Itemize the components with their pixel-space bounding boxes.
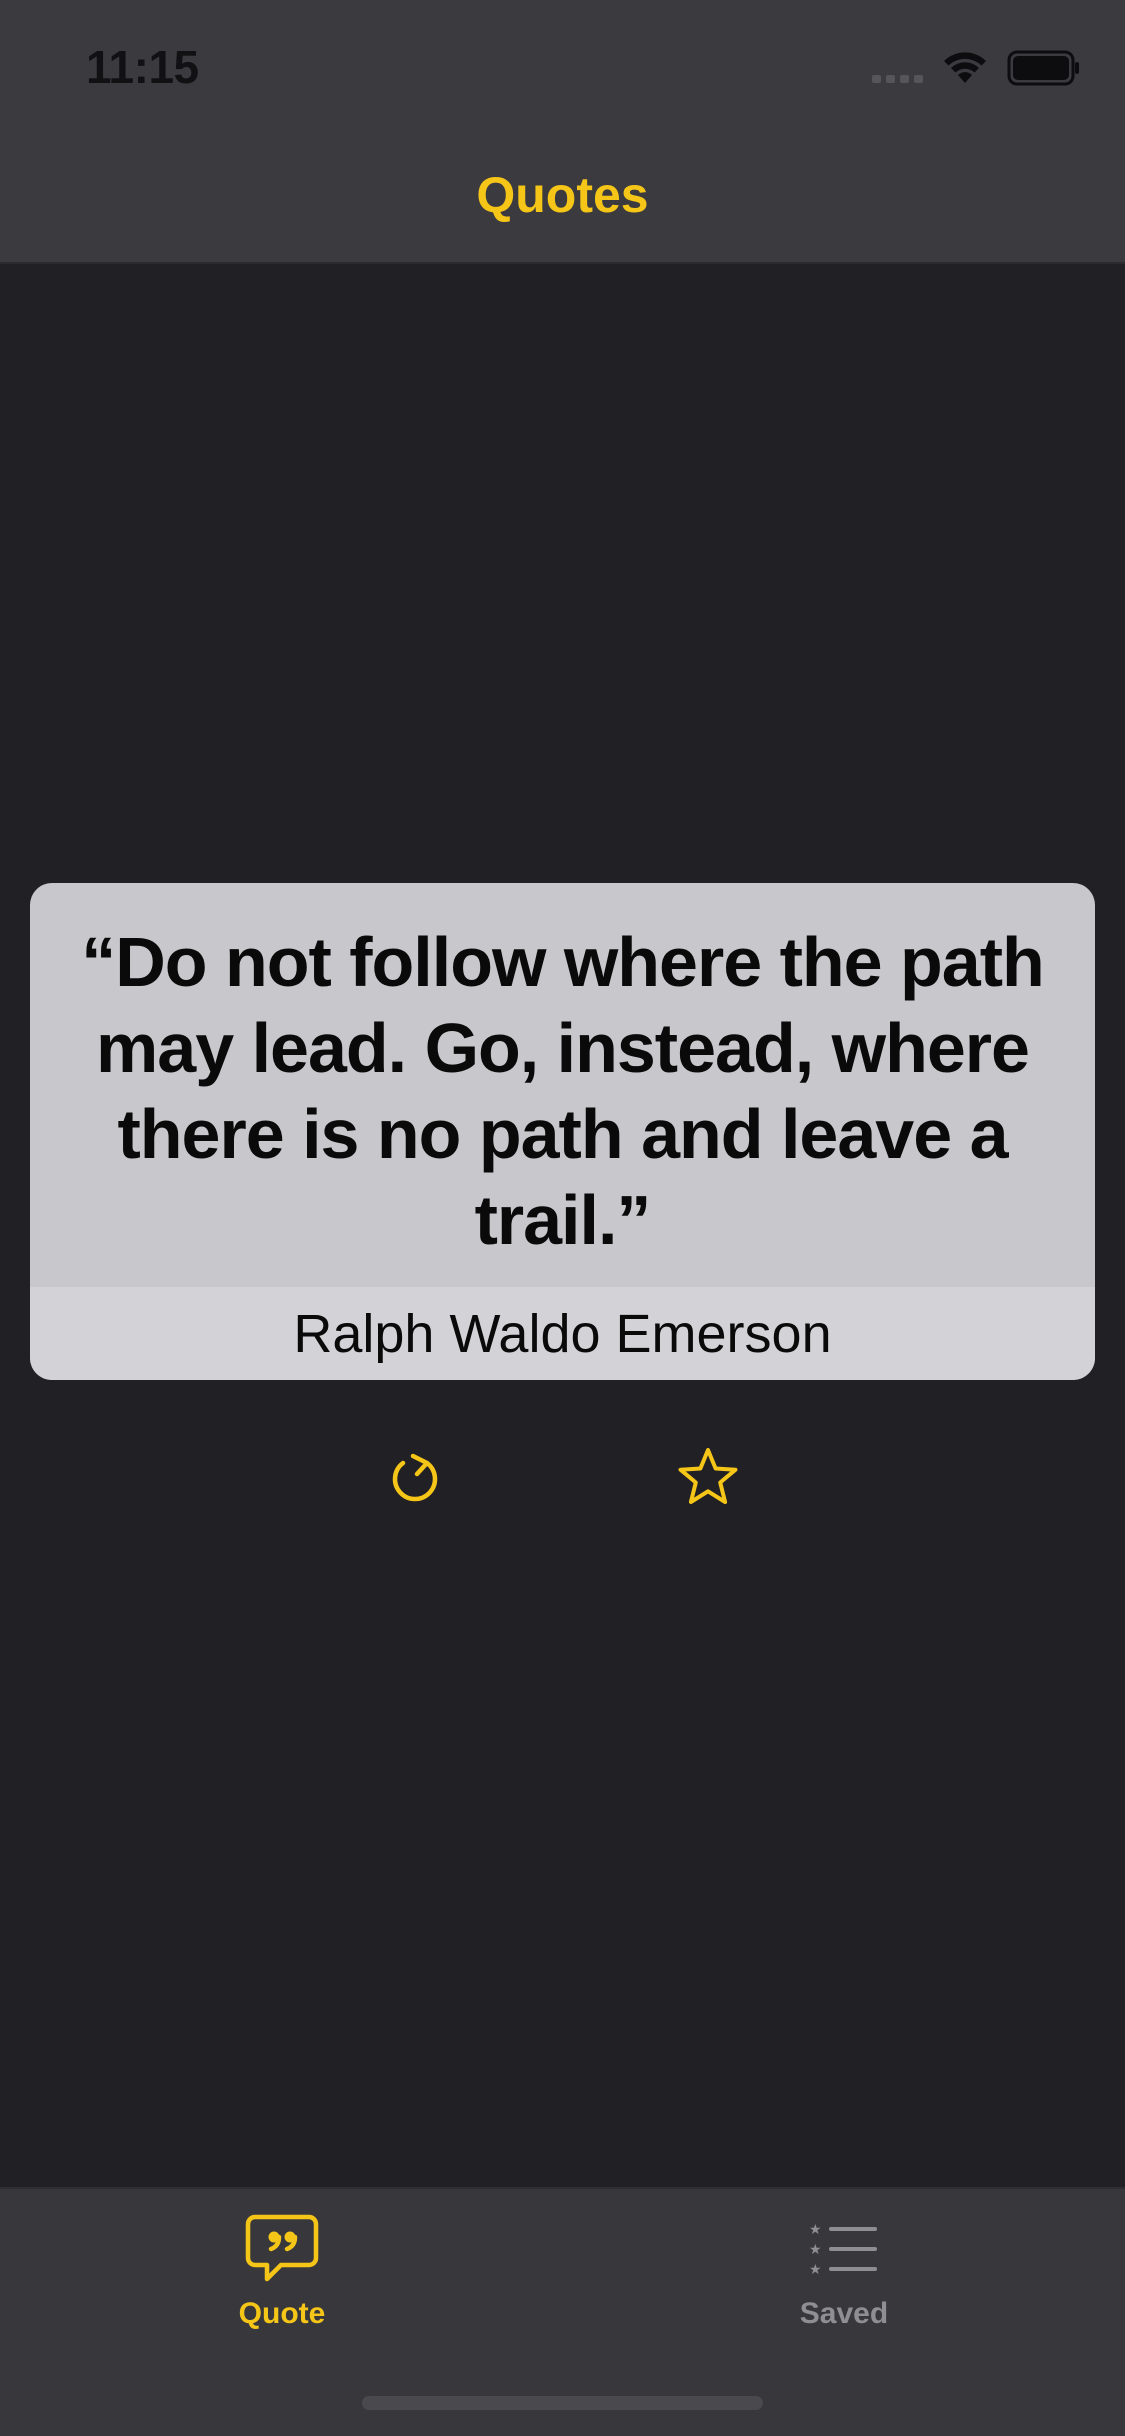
tab-quote-label: Quote xyxy=(238,2297,326,2330)
status-time: 11:15 xyxy=(86,41,199,93)
status-indicators xyxy=(872,50,1081,90)
star-outline-icon xyxy=(678,1448,738,1504)
navigation-header: 11:15 Quotes xyxy=(0,0,1125,264)
battery-icon xyxy=(1007,50,1081,91)
author-bar: Ralph Waldo Emerson xyxy=(30,1287,1095,1380)
home-indicator xyxy=(362,2396,763,2410)
refresh-button[interactable] xyxy=(375,1437,455,1517)
quote-text: “Do not follow where the path may lead. … xyxy=(81,923,1045,1259)
quote-card: “Do not follow where the path may lead. … xyxy=(30,883,1095,1380)
tab-saved[interactable]: ★ ★ ★ Saved xyxy=(694,2209,994,2349)
tab-quote[interactable]: Quote xyxy=(132,2209,432,2349)
app-screen: 11:15 Quotes “Do not follow where the pa… xyxy=(0,0,1125,2436)
cellular-signal-icon xyxy=(872,71,923,83)
svg-text:★: ★ xyxy=(809,2262,822,2277)
save-favorite-button[interactable] xyxy=(668,1437,748,1517)
wifi-icon xyxy=(943,51,987,90)
tab-saved-label: Saved xyxy=(799,2297,889,2330)
quote-author: Ralph Waldo Emerson xyxy=(293,1303,832,1364)
arrow-clockwise-icon xyxy=(392,1453,438,1502)
svg-text:★: ★ xyxy=(809,2242,822,2258)
svg-text:★: ★ xyxy=(809,2222,822,2238)
page-title: Quotes xyxy=(476,167,649,223)
quote-bubble-icon xyxy=(242,2209,322,2289)
starred-list-icon: ★ ★ ★ xyxy=(804,2209,884,2289)
